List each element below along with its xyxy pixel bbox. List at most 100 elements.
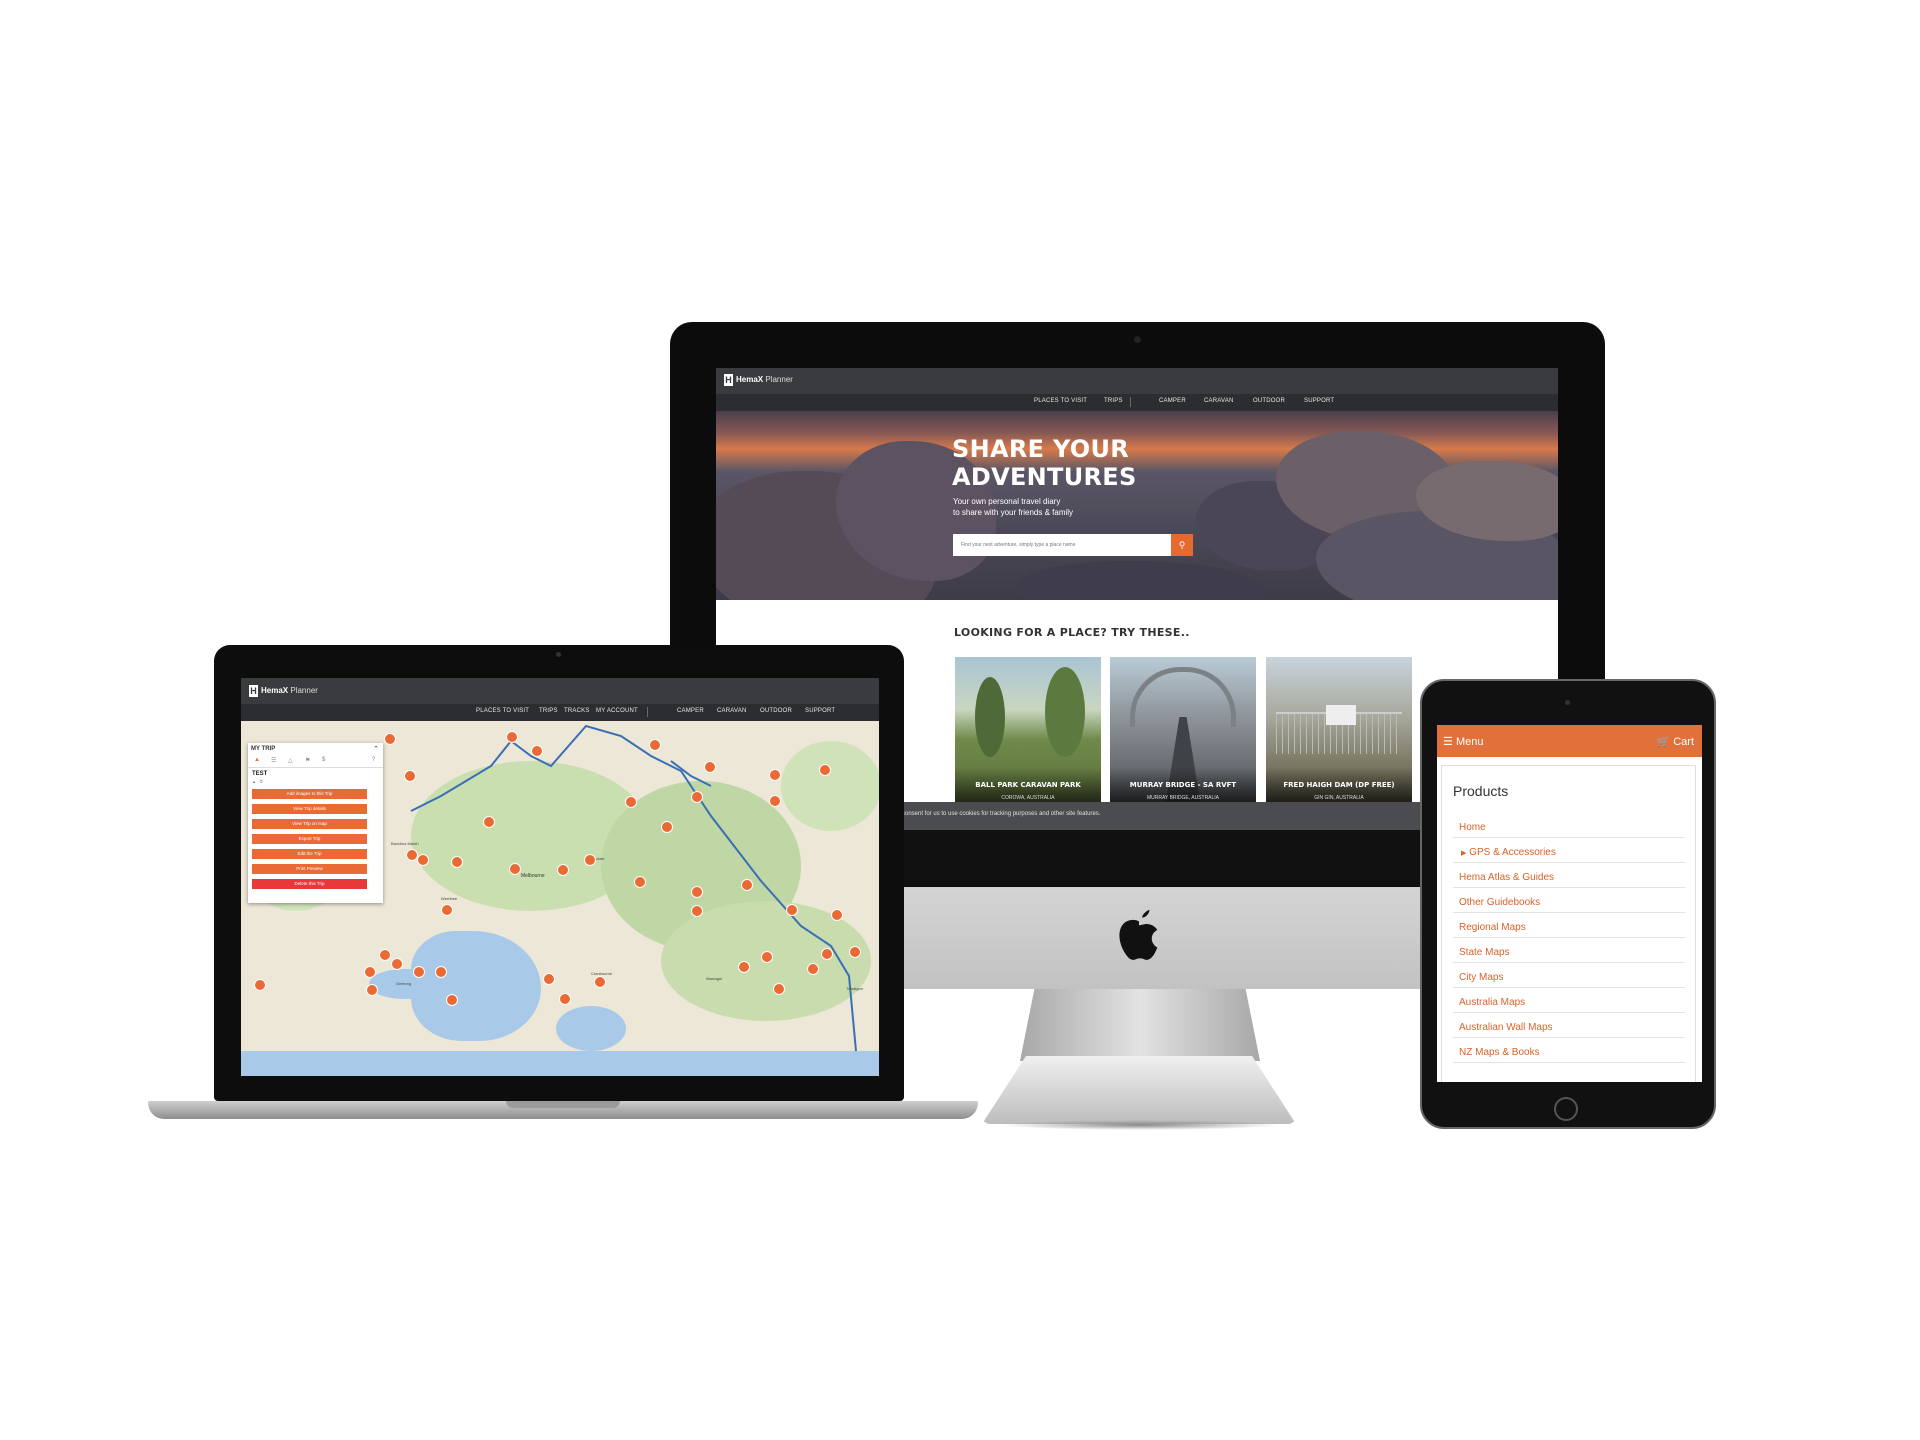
view-trip-details-button[interactable]: View Trip details: [252, 804, 367, 814]
tablet-screen: ☰ Menu 🛒 Cart Products Home ▶ GPS & Acce…: [1437, 725, 1702, 1082]
nav-places-to-visit[interactable]: PLACES TO VISIT: [476, 708, 529, 714]
nav-trips[interactable]: TRIPS: [1104, 398, 1123, 404]
nav-camper[interactable]: CAMPER: [677, 708, 704, 714]
map-marker[interactable]: [625, 796, 637, 808]
card-location: COROWA, AUSTRALIA: [1001, 795, 1055, 801]
map-marker[interactable]: [404, 770, 416, 782]
map-marker[interactable]: [691, 791, 703, 803]
map-marker[interactable]: [379, 949, 391, 961]
map-marker[interactable]: [661, 821, 673, 833]
search-input[interactable]: Find your next adventure, simply type a …: [953, 534, 1171, 556]
map-marker[interactable]: [483, 816, 495, 828]
map-marker[interactable]: [649, 739, 661, 751]
home-button[interactable]: [1554, 1097, 1578, 1121]
laptop-notch: [506, 1101, 620, 1108]
nav-caravan[interactable]: CARAVAN: [717, 708, 747, 714]
add-images-button[interactable]: Add images to this Trip: [252, 789, 367, 799]
category-australian-wall-maps[interactable]: Australian Wall Maps: [1459, 1022, 1553, 1033]
category-state-maps[interactable]: State Maps: [1459, 947, 1510, 958]
nav-support[interactable]: SUPPORT: [805, 708, 835, 714]
nav-my-account[interactable]: MY ACCOUNT: [596, 708, 638, 714]
laptop-screen: H HemaX Planner PLACES TO VISIT TRIPS TRA…: [241, 678, 879, 1076]
imac-shadow: [1000, 1120, 1280, 1130]
map-marker[interactable]: [769, 795, 781, 807]
map-marker[interactable]: [634, 876, 646, 888]
export-trip-button[interactable]: Export Trip: [252, 834, 367, 844]
flag-icon[interactable]: ⚑: [305, 757, 310, 764]
help-icon[interactable]: ?: [372, 757, 375, 763]
map-marker[interactable]: [441, 904, 453, 916]
nav-trips[interactable]: TRIPS: [539, 708, 558, 714]
map-marker[interactable]: [821, 948, 833, 960]
caravan-icon[interactable]: ▲: [254, 757, 260, 763]
map-marker[interactable]: [769, 769, 781, 781]
map-marker[interactable]: [543, 973, 555, 985]
place-card[interactable]: BALL PARK CARAVAN PARK COROWA, AUSTRALIA: [955, 657, 1101, 807]
map-marker[interactable]: [849, 946, 861, 958]
category-home[interactable]: Home: [1459, 822, 1486, 833]
map-marker[interactable]: [559, 993, 571, 1005]
brand-logo[interactable]: H HemaX Planner: [724, 374, 793, 386]
category-hema-atlas-guides[interactable]: Hema Atlas & Guides: [1459, 872, 1554, 883]
view-trip-on-map-button[interactable]: View Trip on map: [252, 819, 367, 829]
map-marker[interactable]: [773, 983, 785, 995]
category-regional-maps[interactable]: Regional Maps: [1459, 922, 1526, 933]
map-marker[interactable]: [807, 963, 819, 975]
map-marker[interactable]: [254, 979, 266, 991]
map-marker[interactable]: [364, 966, 376, 978]
route-icon[interactable]: △: [288, 757, 293, 764]
nav-caravan[interactable]: CARAVAN: [1204, 398, 1234, 404]
map-marker[interactable]: [391, 958, 403, 970]
map-marker[interactable]: [509, 863, 521, 875]
list-icon[interactable]: ☰: [271, 757, 276, 764]
map-marker[interactable]: [594, 976, 606, 988]
tablet-camera: [1565, 700, 1570, 705]
category-nz-maps-books[interactable]: NZ Maps & Books: [1459, 1047, 1540, 1058]
edit-trip-button[interactable]: Edit the Trip: [252, 849, 367, 859]
nav-places-to-visit[interactable]: PLACES TO VISIT: [1034, 398, 1087, 404]
search-button[interactable]: ⚲: [1171, 534, 1193, 556]
map-marker[interactable]: [451, 856, 463, 868]
map-label: Melbourne: [521, 873, 545, 879]
map-marker[interactable]: [531, 745, 543, 757]
map-marker[interactable]: [584, 854, 596, 866]
category-other-guidebooks[interactable]: Other Guidebooks: [1459, 897, 1540, 908]
map-marker[interactable]: [741, 879, 753, 891]
category-australia-maps[interactable]: Australia Maps: [1459, 997, 1525, 1008]
map-marker[interactable]: [786, 904, 798, 916]
dollar-icon[interactable]: $: [322, 757, 325, 763]
map-marker[interactable]: [506, 731, 518, 743]
map-marker[interactable]: [704, 761, 716, 773]
map-marker[interactable]: [413, 966, 425, 978]
map-marker[interactable]: [557, 864, 569, 876]
nav-outdoor[interactable]: OUTDOOR: [760, 708, 792, 714]
nav-camper[interactable]: CAMPER: [1159, 398, 1186, 404]
divider: [1453, 837, 1685, 838]
nav-support[interactable]: SUPPORT: [1304, 398, 1334, 404]
trip-name: TEST: [252, 771, 268, 777]
map-marker[interactable]: [761, 951, 773, 963]
category-gps-accessories[interactable]: ▶ GPS & Accessories: [1461, 847, 1556, 858]
map-marker[interactable]: [435, 966, 447, 978]
map-marker[interactable]: [819, 764, 831, 776]
map-marker[interactable]: [738, 961, 750, 973]
cart-button[interactable]: 🛒 Cart: [1656, 735, 1694, 748]
print-preview-button[interactable]: Print Preview: [252, 864, 367, 874]
map-marker[interactable]: [446, 994, 458, 1006]
nav-tracks[interactable]: TRACKS: [564, 708, 590, 714]
nav-outdoor[interactable]: OUTDOOR: [1253, 398, 1285, 404]
map-marker[interactable]: [691, 905, 703, 917]
place-card[interactable]: MURRAY BRIDGE - SA RVFT MURRAY BRIDGE, A…: [1110, 657, 1256, 807]
menu-button[interactable]: ☰ Menu: [1443, 735, 1483, 748]
brand-logo[interactable]: H HemaX Planner: [249, 685, 318, 697]
map-marker[interactable]: [417, 854, 429, 866]
map-marker[interactable]: [384, 733, 396, 745]
chevron-up-icon[interactable]: ⌃: [373, 745, 379, 753]
map-marker[interactable]: [691, 886, 703, 898]
map-marker[interactable]: [831, 909, 843, 921]
map-marker[interactable]: [366, 984, 378, 996]
category-city-maps[interactable]: City Maps: [1459, 972, 1503, 983]
place-card[interactable]: FRED HAIGH DAM (DP FREE) GIN GIN, AUSTRA…: [1266, 657, 1412, 807]
brand-name: HemaX: [736, 375, 764, 385]
delete-trip-button[interactable]: Delete this Trip: [252, 879, 367, 889]
